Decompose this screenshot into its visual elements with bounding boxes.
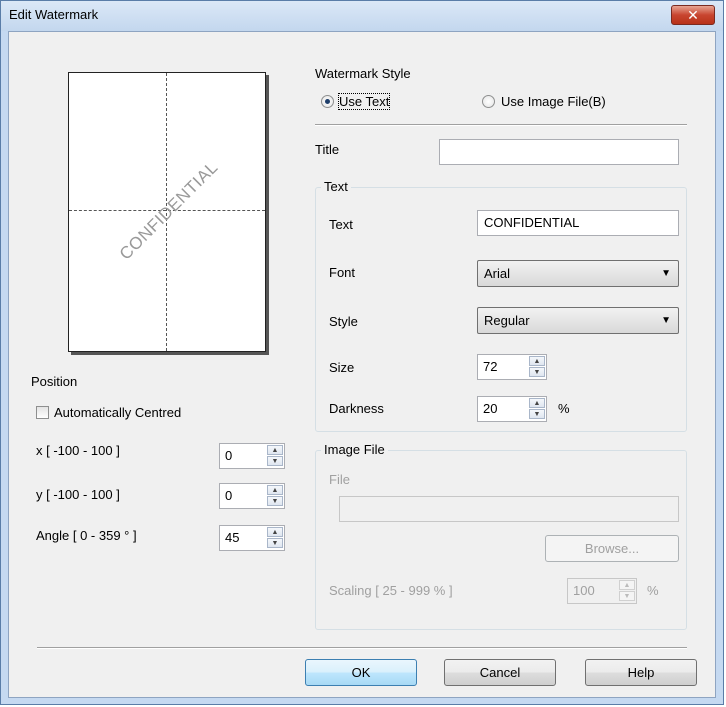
auto-centred-checkbox[interactable] — [36, 406, 49, 419]
dialog-client-area: CONFIDENTIAL Position Automatically Cent… — [8, 31, 716, 698]
scaling-unit: % — [647, 583, 659, 598]
darkness-label: Darkness — [329, 401, 384, 416]
x-range-label: x [ -100 - 100 ] — [36, 443, 120, 458]
style-dropdown-icon: ▼ — [661, 315, 671, 326]
position-heading: Position — [31, 374, 78, 389]
size-spinner[interactable]: 72 ▲ ▼ — [477, 354, 547, 380]
style-separator — [315, 124, 687, 126]
use-text-radio[interactable] — [321, 95, 334, 108]
size-spin-up-icon[interactable]: ▲ — [529, 356, 545, 366]
x-spin-up-icon[interactable]: ▲ — [267, 445, 283, 455]
title-bar: Edit Watermark ✕ — [1, 1, 723, 31]
x-position-value: 0 — [225, 448, 233, 463]
darkness-unit: % — [558, 401, 570, 416]
watermark-text-input[interactable]: CONFIDENTIAL — [477, 210, 679, 236]
y-range-label: y [ -100 - 100 ] — [36, 487, 120, 502]
file-path-input[interactable] — [339, 496, 679, 522]
title-label: Title — [315, 142, 340, 157]
darkness-spin-down-icon[interactable]: ▼ — [529, 409, 545, 419]
use-image-label[interactable]: Use Image File(B) — [501, 94, 606, 109]
scaling-label: Scaling [ 25 - 999 % ] — [329, 583, 453, 598]
style-label: Style — [329, 314, 358, 329]
x-spin-down-icon[interactable]: ▼ — [267, 456, 283, 466]
x-position-spinner[interactable]: 0 ▲ ▼ — [219, 443, 285, 469]
darkness-spin-up-icon[interactable]: ▲ — [529, 398, 545, 408]
scaling-spin-down-icon[interactable]: ▼ — [619, 591, 635, 601]
y-spin-down-icon[interactable]: ▼ — [267, 496, 283, 506]
help-button[interactable]: Help — [585, 659, 697, 686]
y-position-spinner[interactable]: 0 ▲ ▼ — [219, 483, 285, 509]
use-text-label[interactable]: Use Text — [337, 93, 391, 110]
cancel-button[interactable]: Cancel — [444, 659, 556, 686]
angle-spin-down-icon[interactable]: ▼ — [267, 538, 283, 548]
use-image-radio[interactable] — [482, 95, 495, 108]
angle-spinner[interactable]: 45 ▲ ▼ — [219, 525, 285, 551]
y-spin-up-icon[interactable]: ▲ — [267, 485, 283, 495]
watermark-style-heading: Watermark Style — [315, 66, 411, 81]
text-label: Text — [329, 217, 353, 232]
font-select[interactable]: Arial ▼ — [477, 260, 679, 287]
scaling-spin-up-icon[interactable]: ▲ — [619, 580, 635, 590]
size-spin-down-icon[interactable]: ▼ — [529, 367, 545, 377]
image-file-group-heading: Image File — [321, 442, 388, 457]
footer-separator — [37, 647, 687, 649]
file-label: File — [329, 472, 350, 487]
darkness-value: 20 — [483, 401, 498, 416]
size-label: Size — [329, 360, 355, 375]
darkness-spinner[interactable]: 20 ▲ ▼ — [477, 396, 547, 422]
font-label: Font — [329, 265, 356, 280]
size-value: 72 — [483, 359, 498, 374]
scaling-spinner[interactable]: 100 ▲ ▼ — [567, 578, 637, 604]
style-select[interactable]: Regular ▼ — [477, 307, 679, 334]
font-selected-value: Arial — [484, 266, 511, 281]
font-dropdown-icon: ▼ — [661, 268, 671, 279]
close-button[interactable]: ✕ — [671, 5, 715, 25]
edit-watermark-window: Edit Watermark ✕ CONFIDENTIAL Position A… — [0, 0, 724, 705]
auto-centred-label[interactable]: Automatically Centred — [54, 405, 181, 420]
ok-button[interactable]: OK — [305, 659, 417, 686]
angle-value: 45 — [225, 530, 240, 545]
watermark-preview: CONFIDENTIAL — [68, 72, 266, 352]
style-selected-value: Regular — [484, 313, 530, 328]
y-position-value: 0 — [225, 488, 233, 503]
close-icon: ✕ — [687, 7, 699, 23]
angle-spin-up-icon[interactable]: ▲ — [267, 527, 283, 537]
text-group-heading: Text — [321, 179, 351, 194]
preview-watermark-text: CONFIDENTIAL — [115, 157, 222, 264]
scaling-value: 100 — [573, 583, 595, 598]
angle-range-label: Angle [ 0 - 359 ° ] — [36, 528, 137, 543]
title-input[interactable] — [439, 139, 679, 165]
browse-button[interactable]: Browse... — [545, 535, 679, 562]
window-title: Edit Watermark — [9, 7, 99, 22]
auto-centred-label-text: Automatically Centred — [54, 405, 182, 420]
